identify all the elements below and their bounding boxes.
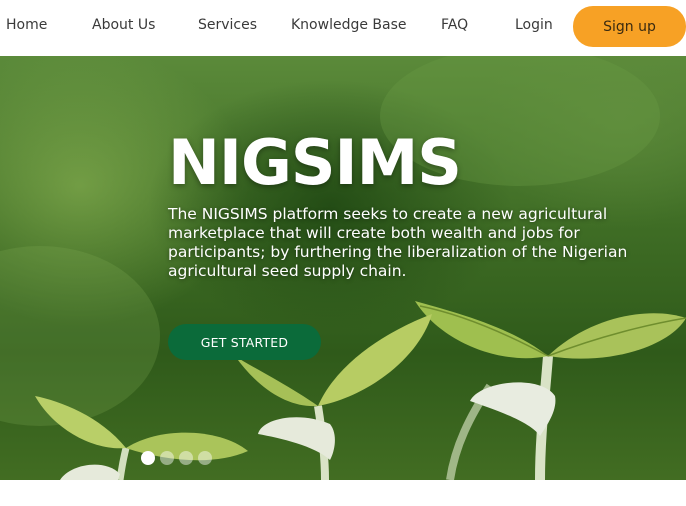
carousel-dot-4[interactable] xyxy=(198,451,212,465)
hero-title: NIGSIMS xyxy=(168,126,462,199)
top-navigation: Home About Us Services Knowledge Base FA… xyxy=(0,0,686,56)
carousel-dot-1[interactable] xyxy=(141,451,155,465)
hero-banner: NIGSIMS The NIGSIMS platform seeks to cr… xyxy=(0,56,686,480)
nav-home[interactable]: Home xyxy=(6,16,47,34)
get-started-button[interactable]: GET STARTED xyxy=(168,324,321,360)
nav-knowledge-base[interactable]: Knowledge Base xyxy=(291,16,407,34)
carousel-dot-2[interactable] xyxy=(160,451,174,465)
nav-login[interactable]: Login xyxy=(515,16,553,34)
signup-button[interactable]: Sign up xyxy=(573,6,686,47)
nav-about-us[interactable]: About Us xyxy=(92,16,155,34)
nav-faq[interactable]: FAQ xyxy=(441,16,468,34)
nav-services[interactable]: Services xyxy=(198,16,257,34)
carousel-indicators xyxy=(141,451,212,465)
carousel-dot-3[interactable] xyxy=(179,451,193,465)
hero-description: The NIGSIMS platform seeks to create a n… xyxy=(168,205,628,280)
